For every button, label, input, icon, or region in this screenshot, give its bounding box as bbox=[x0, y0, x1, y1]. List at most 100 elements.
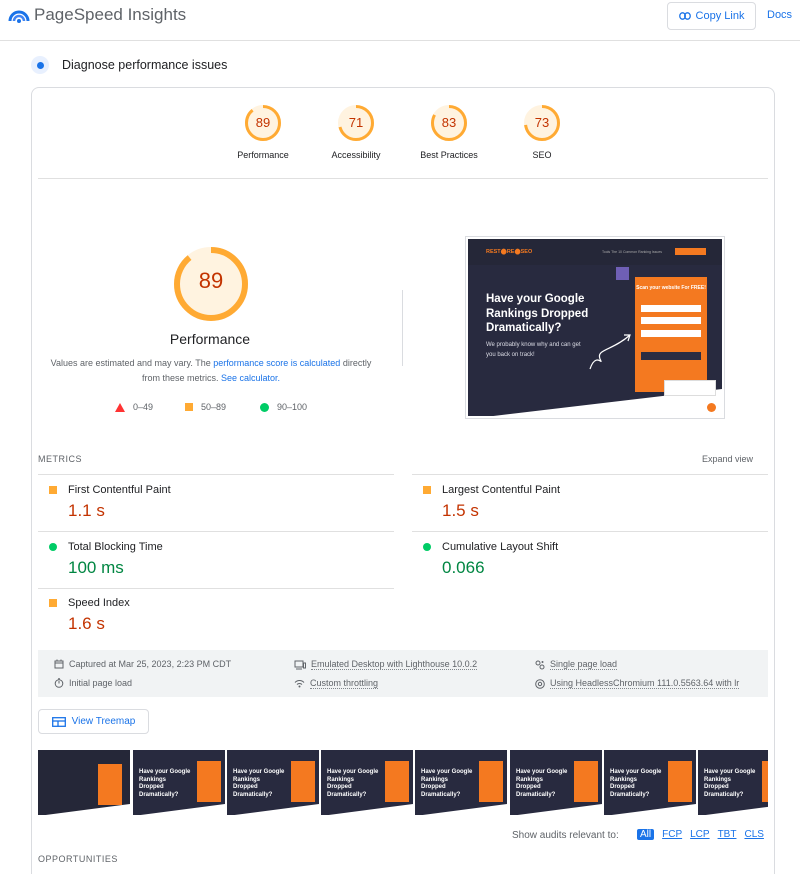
frame-form bbox=[574, 761, 598, 802]
audit-filters: All FCP LCP TBT CLS bbox=[637, 829, 764, 840]
metric-value: 0.066 bbox=[442, 558, 485, 577]
copy-link-button[interactable]: Copy Link bbox=[667, 2, 756, 30]
score-note: Values are estimated and may vary. The p… bbox=[50, 356, 372, 386]
see-calculator-link[interactable]: See calculator. bbox=[221, 373, 280, 383]
preview-field bbox=[641, 330, 701, 337]
filmstrip-frame: Have your Google Rankings Dropped Dramat… bbox=[604, 750, 696, 815]
circle-icon bbox=[260, 402, 269, 412]
frame-slant bbox=[510, 804, 602, 815]
divider bbox=[38, 588, 394, 589]
score-calculated-link[interactable]: performance score is calculated bbox=[213, 358, 340, 368]
view-treemap-label: View Treemap bbox=[71, 716, 136, 727]
preview-logo: REST⬤RE⬤SEO bbox=[486, 249, 533, 255]
average-square-icon bbox=[49, 599, 57, 607]
pass-circle-icon bbox=[49, 543, 57, 551]
performance-score: 89 bbox=[198, 268, 224, 293]
divider bbox=[38, 178, 768, 179]
frame-form bbox=[479, 761, 503, 802]
legend-range: 50–89 bbox=[201, 402, 227, 412]
section-title: Diagnose performance issues bbox=[62, 58, 228, 72]
performance-label: Performance bbox=[169, 331, 251, 347]
metric-name: Speed Index bbox=[68, 597, 130, 609]
desktop-icon bbox=[294, 660, 306, 669]
pass-circle-icon bbox=[423, 543, 431, 551]
gauge-best-practices[interactable]: 83 Best Practices bbox=[409, 104, 489, 160]
screenshot-canvas: REST⬤RE⬤SEO Tools The 10 Common Ranking … bbox=[468, 239, 722, 416]
frame-form bbox=[291, 761, 315, 802]
filmstrip-frame: Have your Google Rankings Dropped Dramat… bbox=[133, 750, 225, 815]
gauge-label: Best Practices bbox=[420, 150, 478, 160]
legend-range: 90–100 bbox=[277, 402, 308, 412]
filter-cls[interactable]: CLS bbox=[744, 829, 763, 840]
single-load-text: Single page load bbox=[550, 659, 618, 670]
metric-value: 1.5 s bbox=[442, 501, 479, 520]
frame-headline: Have your Google Rankings Dropped Dramat… bbox=[327, 769, 379, 798]
frame-headline: Have your Google Rankings Dropped Dramat… bbox=[704, 769, 756, 798]
preview-form-title: Scan your website For FREE! bbox=[636, 285, 706, 291]
filter-fcp[interactable]: FCP bbox=[662, 829, 682, 840]
average-square-icon bbox=[49, 486, 57, 494]
divider bbox=[38, 474, 394, 475]
legend-pass: 90–100 bbox=[260, 402, 307, 412]
triangle-icon bbox=[115, 402, 125, 412]
preview-nav: Tools The 10 Common Ranking Issues bbox=[602, 250, 663, 254]
expand-view-toggle[interactable]: Expand view bbox=[702, 454, 753, 464]
gauge-label: Performance bbox=[237, 150, 289, 160]
single-load-info[interactable]: Single page load bbox=[535, 659, 618, 670]
preview-submit bbox=[641, 352, 701, 360]
gauge-performance[interactable]: 89 Performance bbox=[223, 104, 303, 160]
chat-bubble-icon bbox=[707, 403, 716, 412]
metric-value: 100 ms bbox=[68, 558, 124, 577]
preview-field bbox=[641, 317, 701, 324]
filter-lcp[interactable]: LCP bbox=[690, 829, 709, 840]
captured-text: Captured at Mar 25, 2023, 2:23 PM CDT bbox=[69, 659, 232, 669]
metric-value: 1.6 s bbox=[68, 614, 105, 633]
frame-slant bbox=[321, 804, 413, 815]
initial-load-text: Initial page load bbox=[69, 678, 133, 688]
preview-chat bbox=[664, 380, 716, 396]
filter-tbt[interactable]: TBT bbox=[718, 829, 737, 840]
filter-all[interactable]: All bbox=[637, 829, 655, 840]
emulated-info[interactable]: Emulated Desktop with Lighthouse 10.0.2 bbox=[294, 659, 478, 670]
preview-decoration bbox=[616, 267, 629, 280]
frame-form bbox=[762, 761, 768, 802]
frame-slant bbox=[227, 804, 319, 815]
copy-link-label: Copy Link bbox=[695, 10, 745, 22]
view-treemap-button[interactable]: View Treemap bbox=[38, 709, 149, 734]
docs-link[interactable]: Docs bbox=[767, 9, 792, 21]
audits-relevant-label: Show audits relevant to: bbox=[512, 830, 619, 841]
initial-load-info: Initial page load bbox=[54, 678, 132, 688]
gauge-seo[interactable]: 73 SEO bbox=[502, 104, 582, 160]
average-square-icon bbox=[423, 486, 431, 494]
frame-headline: Have your Google Rankings Dropped Dramat… bbox=[516, 769, 568, 798]
preview-form: Scan your website For FREE! bbox=[635, 277, 707, 392]
divider bbox=[412, 531, 768, 532]
metric-name: Largest Contentful Paint bbox=[442, 484, 561, 496]
final-screenshot: REST⬤RE⬤SEO Tools The 10 Common Ranking … bbox=[465, 236, 725, 419]
throttling-info[interactable]: Custom throttling bbox=[294, 678, 379, 689]
metric-name: First Contentful Paint bbox=[68, 484, 171, 496]
gauge-score: 89 bbox=[255, 115, 271, 130]
metric-value: 1.1 s bbox=[68, 501, 105, 520]
preview-cta bbox=[675, 248, 706, 255]
frame-headline: Have your Google Rankings Dropped Dramat… bbox=[139, 769, 191, 798]
metrics-heading: METRICS bbox=[38, 454, 82, 464]
gauge-accessibility[interactable]: 71 Accessibility bbox=[316, 104, 396, 160]
legend-average: 50–89 bbox=[185, 402, 226, 412]
frame-slant bbox=[38, 804, 130, 815]
emulated-text: Emulated Desktop with Lighthouse 10.0.2 bbox=[311, 659, 478, 670]
browser-text: Using HeadlessChromium 111.0.5563.64 wit… bbox=[550, 678, 740, 689]
filmstrip-frame: Have your Google Rankings Dropped Dramat… bbox=[698, 750, 768, 815]
frame-slant bbox=[415, 804, 507, 815]
legend-range: 0–49 bbox=[133, 402, 154, 412]
frame-form bbox=[197, 761, 221, 802]
calendar-icon bbox=[54, 659, 64, 669]
gauge-label: SEO bbox=[532, 150, 552, 160]
frame-slant bbox=[604, 804, 696, 815]
filmstrip-frame: Have your Google Rankings Dropped Dramat… bbox=[321, 750, 413, 815]
stopwatch-icon bbox=[54, 678, 64, 688]
metric-name: Total Blocking Time bbox=[68, 541, 163, 553]
gauge-score: 73 bbox=[534, 115, 550, 130]
app-title: PageSpeed Insights bbox=[34, 5, 187, 24]
browser-info[interactable]: Using HeadlessChromium 111.0.5563.64 wit… bbox=[535, 678, 740, 689]
